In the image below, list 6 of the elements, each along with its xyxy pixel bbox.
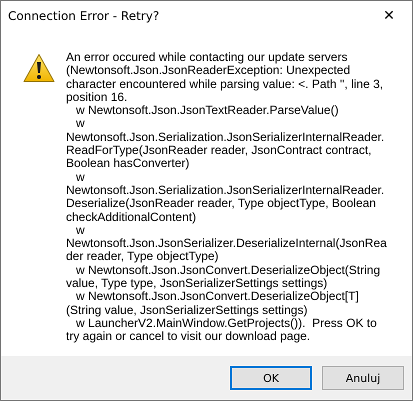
warning-icon: [23, 53, 55, 83]
dialog-button[interactable]: Anuluj: [322, 366, 404, 390]
close-button[interactable]: ✕: [366, 1, 412, 31]
window-title: Connection Error - Retry?: [8, 9, 160, 23]
error-message: An error occured while contacting our update servers (Newtonsoft.Json.JsonReaderException: Unexpected character encountered while parsing value: <. Path '', line 3, position 16. w Newtonsoft.Json.JsonTextReader.ParseValue() w Newtonsoft.Json.Serialization.JsonSerializerInternalReader.ReadForType(JsonReader reader, JsonContract contract, Boolean hasConverter) w Newtonsoft.Json.Serialization.JsonSerializerInternalReader.Deserialize(JsonReader reader, Type objectType, Boolean checkAdditionalContent) w Newtonsoft.Json.JsonSerializer.DeserializeInternal(JsonReader reader, Type objectType) w Newtonsoft.Json.JsonConvert.DeserializeObject(String value, Type type, JsonSerializerSettings settings) w Newtonsoft.Json.JsonConvert.DeserializeObject[T](String value, JsonSerializerSettings settings) w LauncherV2.MainWindow.GetProjects()). Press OK to try again or cancel to visit our download page.: [66, 51, 388, 346]
dialog-button[interactable]: OK: [230, 366, 312, 390]
